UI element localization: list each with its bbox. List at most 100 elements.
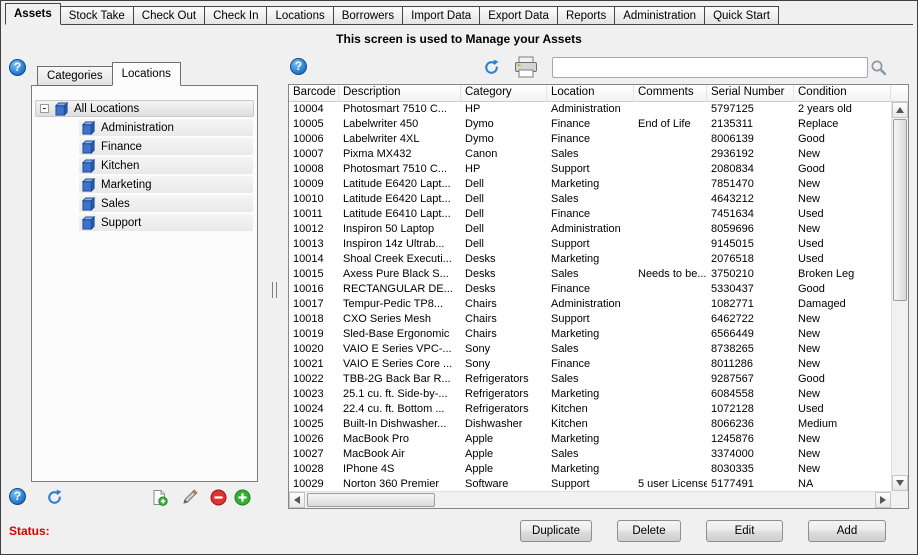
table-row[interactable]: 10028IPhone 4SAppleMarketing8030335New	[289, 462, 891, 477]
duplicate-button[interactable]: Duplicate	[520, 520, 592, 542]
tab-locations[interactable]: Locations	[266, 6, 333, 25]
scroll-left-button[interactable]	[289, 492, 305, 508]
scroll-up-button[interactable]	[892, 102, 908, 118]
tree-item-marketing[interactable]: Marketing	[32, 175, 257, 194]
tree-item-sales[interactable]: Sales	[32, 194, 257, 213]
cell-comments	[634, 387, 707, 402]
table-row[interactable]: 10006Labelwriter 4XLDymoFinance8006139Go…	[289, 132, 891, 147]
horizontal-scroll-track[interactable]	[305, 492, 875, 508]
tree-add-button[interactable]	[234, 489, 251, 506]
tree-item-kitchen[interactable]: Kitchen	[32, 156, 257, 175]
table-row[interactable]: 10015Axess Pure Black S...DesksSalesNeed…	[289, 267, 891, 282]
table-row[interactable]: 10029Norton 360 PremierSoftwareSupport5 …	[289, 477, 891, 491]
table-row[interactable]: 10019Sled-Base ErgonomicChairsMarketing6…	[289, 327, 891, 342]
cell-location: Support	[547, 237, 634, 252]
search-icon[interactable]	[870, 59, 887, 76]
tree-item-finance[interactable]: Finance	[32, 137, 257, 156]
column-header-condition[interactable]: Condition	[794, 85, 891, 101]
tree-item-administration[interactable]: Administration	[32, 118, 257, 137]
cell-comments	[634, 417, 707, 432]
tab-reports[interactable]: Reports	[557, 6, 615, 25]
tree-refresh-button[interactable]	[46, 489, 63, 506]
tab-export-data[interactable]: Export Data	[479, 6, 558, 25]
tab-borrowers[interactable]: Borrowers	[333, 6, 403, 25]
vertical-scroll-track[interactable]	[892, 118, 908, 475]
left-tab-locations[interactable]: Locations	[112, 62, 181, 86]
tab-stock-take[interactable]: Stock Take	[60, 6, 134, 25]
cell-description: 25.1 cu. ft. Side-by-...	[339, 387, 461, 402]
cell-description: Labelwriter 4XL	[339, 132, 461, 147]
table-row[interactable]: 10007Pixma MX432CanonSales2936192New	[289, 147, 891, 162]
table-row[interactable]: 10011Latitude E6410 Lapt...DellFinance74…	[289, 207, 891, 222]
tab-check-out[interactable]: Check Out	[133, 6, 205, 25]
cell-location: Marketing	[547, 387, 634, 402]
tree-item-label: Finance	[101, 141, 142, 153]
cell-description: Inspiron 50 Laptop	[339, 222, 461, 237]
table-row[interactable]: 10022TBB-2G Back Bar R...RefrigeratorsSa…	[289, 372, 891, 387]
table-row[interactable]: 10009Latitude E6420 Lapt...DellMarketing…	[289, 177, 891, 192]
cell-description: Photosmart 7510 C...	[339, 162, 461, 177]
cell-barcode: 10004	[289, 102, 339, 117]
scroll-down-button[interactable]	[892, 475, 908, 491]
table-row[interactable]: 10018CXO Series MeshChairsSupport6462722…	[289, 312, 891, 327]
table-row[interactable]: 10017Tempur-Pedic TP8...ChairsAdministra…	[289, 297, 891, 312]
cell-description: Latitude E6420 Lapt...	[339, 192, 461, 207]
search-input[interactable]	[552, 57, 868, 78]
horizontal-scroll-thumb[interactable]	[307, 493, 435, 507]
cell-serial-number: 7451634	[707, 207, 794, 222]
tree-edit-button[interactable]	[181, 489, 198, 506]
table-row[interactable]: 1002325.1 cu. ft. Side-by-...Refrigerato…	[289, 387, 891, 402]
table-row[interactable]: 10005Labelwriter 450DymoFinanceEnd of Li…	[289, 117, 891, 132]
tree-item-support[interactable]: Support	[32, 213, 257, 232]
tree-item-label: Support	[101, 217, 141, 229]
tree-item-all-locations[interactable]: All Locations	[32, 99, 257, 118]
vertical-scroll-thumb[interactable]	[893, 119, 907, 301]
column-header-category[interactable]: Category	[461, 85, 547, 101]
print-button[interactable]	[513, 56, 539, 78]
table-row[interactable]: 10010Latitude E6420 Lapt...DellSales4643…	[289, 192, 891, 207]
add-button[interactable]: Add	[808, 520, 886, 542]
column-header-barcode[interactable]: Barcode	[289, 85, 339, 101]
column-header-serial-number[interactable]: Serial Number	[707, 85, 794, 101]
table-row[interactable]: 10025Built-In Dishwasher...DishwasherKit…	[289, 417, 891, 432]
table-row[interactable]: 10012Inspiron 50 LaptopDellAdministratio…	[289, 222, 891, 237]
table-row[interactable]: 10013Inspiron 14z Ultrab...DellSupport91…	[289, 237, 891, 252]
cell-description: VAIO E Series Core ...	[339, 357, 461, 372]
scroll-right-button[interactable]	[875, 492, 891, 508]
table-refresh-button[interactable]	[483, 59, 500, 76]
cell-condition: Replace	[794, 117, 891, 132]
table-row[interactable]: 10004Photosmart 7510 C...HPAdministratio…	[289, 102, 891, 117]
tab-administration[interactable]: Administration	[614, 6, 705, 25]
edit-button[interactable]: Edit	[706, 520, 783, 542]
tree-new-button[interactable]	[151, 489, 168, 506]
table-row[interactable]: 10020VAIO E Series VPC-...SonySales87382…	[289, 342, 891, 357]
table-row[interactable]: 10027MacBook AirAppleSales3374000New	[289, 447, 891, 462]
tab-import-data[interactable]: Import Data	[402, 6, 480, 25]
cell-condition: Used	[794, 237, 891, 252]
bottom-help-icon[interactable]: ?	[9, 488, 26, 505]
cell-category: Desks	[461, 267, 547, 282]
table-row[interactable]: 10016RECTANGULAR DE...DesksFinance533043…	[289, 282, 891, 297]
collapse-icon[interactable]	[40, 104, 49, 113]
column-header-location[interactable]: Location	[547, 85, 634, 101]
table-row[interactable]: 10014Shoal Creek Executi...DesksMarketin…	[289, 252, 891, 267]
splitter-handle[interactable]	[272, 282, 277, 298]
tab-assets[interactable]: Assets	[5, 3, 61, 25]
cell-location: Support	[547, 162, 634, 177]
tree-remove-button[interactable]	[210, 489, 227, 506]
horizontal-scrollbar[interactable]	[289, 491, 891, 508]
tab-quick-start[interactable]: Quick Start	[704, 6, 779, 25]
left-panel-help-icon[interactable]: ?	[9, 59, 26, 76]
tab-check-in[interactable]: Check In	[204, 6, 267, 25]
left-tab-bar: CategoriesLocations	[37, 62, 180, 86]
table-row[interactable]: 10021VAIO E Series Core ...SonyFinance80…	[289, 357, 891, 372]
left-tab-categories[interactable]: Categories	[37, 66, 113, 86]
table-row[interactable]: 10026MacBook ProAppleMarketing1245876New	[289, 432, 891, 447]
table-help-icon[interactable]: ?	[290, 58, 307, 75]
table-row[interactable]: 1002422.4 cu. ft. Bottom ...Refrigerator…	[289, 402, 891, 417]
delete-button[interactable]: Delete	[617, 520, 681, 542]
column-header-comments[interactable]: Comments	[634, 85, 707, 101]
vertical-scrollbar[interactable]	[891, 102, 908, 491]
column-header-description[interactable]: Description	[339, 85, 461, 101]
table-row[interactable]: 10008Photosmart 7510 C...HPSupport208083…	[289, 162, 891, 177]
